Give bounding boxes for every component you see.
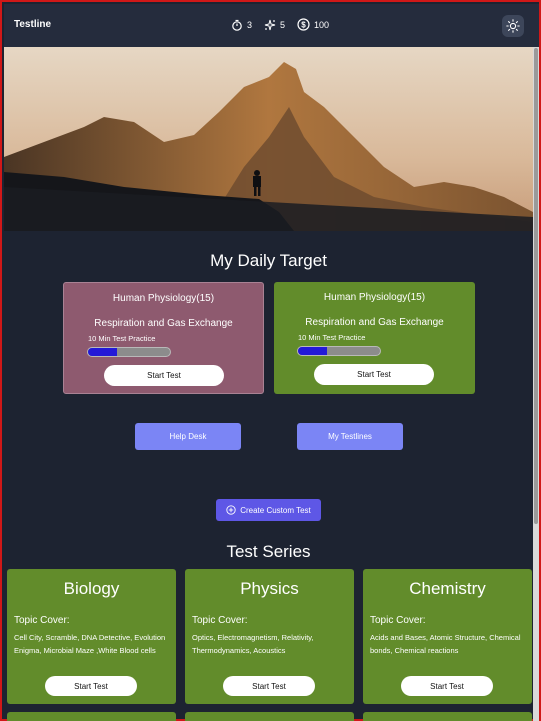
start-test-button[interactable]: Start Test xyxy=(401,676,493,696)
svg-text:$: $ xyxy=(301,20,306,29)
help-desk-button[interactable]: Help Desk xyxy=(135,423,241,450)
stat-coins-value: 100 xyxy=(314,19,330,30)
stat-streak-value: 3 xyxy=(247,19,253,30)
topic-list: Cell City, Scramble, DNA Detective, Evol… xyxy=(14,633,166,655)
series-card-peek xyxy=(185,712,354,721)
progress-bar xyxy=(297,346,381,356)
card-subject: Human Physiology(15) xyxy=(323,292,426,303)
card-subject: Human Physiology(15) xyxy=(112,293,215,304)
create-custom-test-button[interactable]: Create Custom Test xyxy=(216,499,321,521)
daily-target-card-1: Human Physiology(15) Respiration and Gas… xyxy=(63,282,264,394)
topic-cover-label: Topic Cover: xyxy=(14,615,70,626)
theme-toggle-button[interactable] xyxy=(502,15,524,37)
daily-target-title: My Daily Target xyxy=(210,251,327,270)
topic-list: Acids and Bases, Atomic Structure, Chemi… xyxy=(370,633,521,655)
stat-sparkle: 5 xyxy=(264,19,285,31)
scrollbar-thumb[interactable] xyxy=(534,48,538,524)
brand-title[interactable]: Testline xyxy=(14,19,51,30)
mountain-landscape-image xyxy=(4,47,533,231)
topic-cover-label: Topic Cover: xyxy=(192,615,248,626)
card-topic: Respiration and Gas Exchange xyxy=(94,318,233,329)
start-test-button[interactable]: Start Test xyxy=(104,365,224,386)
stat-coins: $ 100 xyxy=(297,18,329,31)
hero-image xyxy=(4,47,533,231)
progress-fill xyxy=(298,347,327,355)
my-testlines-button[interactable]: My Testlines xyxy=(297,423,403,450)
dollar-coin-icon: $ xyxy=(297,18,310,31)
series-card-chemistry: Chemistry Topic Cover: Acids and Bases, … xyxy=(363,569,532,704)
series-card-physics: Physics Topic Cover: Optics, Electromagn… xyxy=(185,569,354,704)
top-bar: Testline 3 5 $ 100 xyxy=(4,4,539,47)
stat-sparkle-value: 5 xyxy=(280,19,286,30)
topic-list: Optics, Electromagnetism, Relativity, Th… xyxy=(192,633,314,655)
progress-bar xyxy=(87,347,171,357)
plus-circle-icon xyxy=(226,505,236,515)
progress-fill xyxy=(88,348,117,356)
start-test-button[interactable]: Start Test xyxy=(223,676,315,696)
daily-target-card-2: Human Physiology(15) Respiration and Gas… xyxy=(274,282,475,394)
series-card-biology: Biology Topic Cover: Cell City, Scramble… xyxy=(7,569,176,704)
card-topic: Respiration and Gas Exchange xyxy=(305,317,444,328)
card-label: 10 Min Test Practice xyxy=(298,333,366,342)
card-label: 10 Min Test Practice xyxy=(88,334,156,343)
series-name: Physics xyxy=(240,579,299,598)
stat-streak: 3 xyxy=(231,19,252,31)
create-custom-test-label: Create Custom Test xyxy=(240,505,311,515)
start-test-button[interactable]: Start Test xyxy=(45,676,137,696)
sparkle-icon xyxy=(264,19,276,30)
stats-bar: 3 5 $ 100 xyxy=(231,18,335,31)
test-series-title: Test Series xyxy=(226,542,311,561)
topic-cover-label: Topic Cover: xyxy=(370,615,426,626)
start-test-button[interactable]: Start Test xyxy=(314,364,434,385)
stopwatch-icon xyxy=(232,19,242,31)
series-name: Biology xyxy=(63,579,120,598)
sun-icon xyxy=(506,19,520,33)
series-card-peek xyxy=(7,712,176,721)
series-card-peek xyxy=(363,712,532,721)
series-name: Chemistry xyxy=(409,579,486,598)
